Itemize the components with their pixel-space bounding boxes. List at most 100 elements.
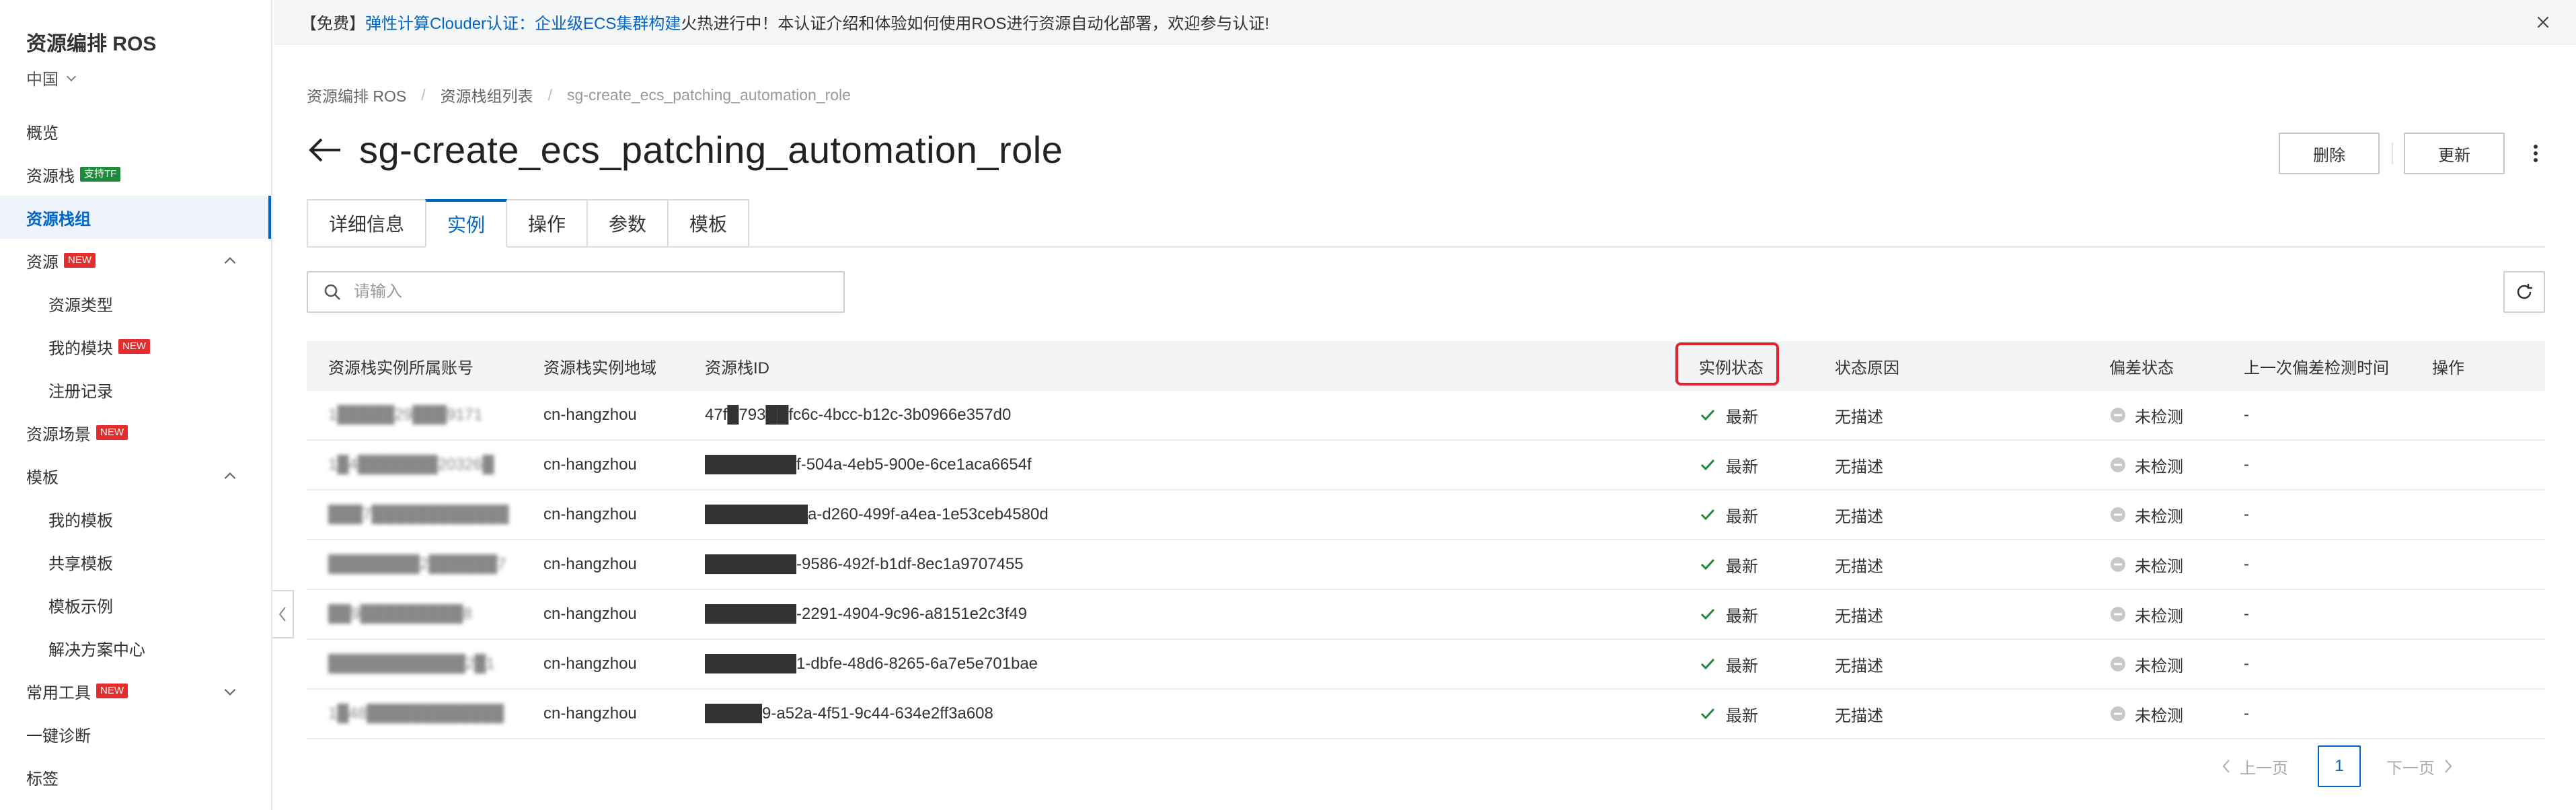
tab-template[interactable]: 模板	[667, 199, 749, 248]
chevron-down-icon[interactable]	[221, 683, 239, 700]
tab-bar: 详细信息 实例 操作 参数 模板	[307, 199, 749, 248]
column-header-drift: 偏差状态	[2109, 359, 2174, 377]
banner-text: 火热进行中！本认证介绍和体验如何使用ROS进行资源自动化部署，欢迎参与认证!	[681, 15, 1270, 33]
cell-reason: 无描述	[1835, 507, 1883, 526]
button-divider	[2392, 143, 2393, 164]
prev-page-button[interactable]: 上一页	[2220, 745, 2288, 787]
cell-account: ███7████████████	[328, 505, 509, 523]
cell-region: cn-hangzhou	[543, 455, 637, 474]
sidebar-item-template-examples[interactable]: 模板示例	[0, 583, 271, 626]
chevron-up-icon[interactable]	[221, 252, 239, 270]
sidebar-item-diagnosis[interactable]: 一键诊断	[0, 712, 271, 756]
cell-region: cn-hangzhou	[543, 406, 637, 424]
stack-id-text: █████████a-d260-499f-a4ea-1e53ceb4580d	[705, 505, 1049, 523]
sidebar-item-solutions[interactable]: 解决方案中心	[0, 626, 271, 669]
sidebar-item-shared-templates[interactable]: 共享模板	[0, 540, 271, 583]
sidebar-item-stack-groups[interactable]: 资源栈组	[0, 196, 271, 239]
page-header: sg-create_ecs_patching_automation_role	[307, 128, 1063, 172]
cell-last-drift: -	[2244, 505, 2249, 523]
banner-prefix: 【免费】	[301, 15, 365, 33]
more-vertical-icon[interactable]	[2529, 140, 2542, 167]
cell-last-drift: -	[2244, 655, 2249, 673]
sidebar-item-resources[interactable]: 资源 NEW	[0, 239, 271, 282]
table-row: ████████████2█1 cn-hangzhou ████████1-db…	[307, 640, 2545, 690]
minus-circle-icon	[2111, 507, 2125, 522]
update-button[interactable]: 更新	[2404, 133, 2505, 174]
cell-status: 最新	[1699, 640, 1758, 688]
breadcrumb-item[interactable]: 资源编排 ROS	[307, 83, 406, 106]
refresh-button[interactable]	[2503, 271, 2545, 313]
tab-operations[interactable]: 操作	[506, 199, 588, 248]
cell-account: ████████2██████7	[328, 555, 506, 573]
search-icon	[324, 284, 340, 300]
breadcrumb-current: sg-create_ecs_patching_automation_role	[567, 85, 851, 104]
breadcrumb-item[interactable]: 资源栈组列表	[441, 83, 533, 106]
sidebar-item-overview[interactable]: 概览	[0, 110, 271, 153]
sidebar-item-stacks[interactable]: 资源栈 支持TF	[0, 153, 271, 196]
cell-reason: 无描述	[1835, 408, 1883, 427]
sidebar-item-label: 概览	[26, 124, 59, 143]
sidebar-item-label: 资源栈组	[26, 210, 91, 229]
sidebar-item-registry[interactable]: 注册记录	[0, 368, 271, 411]
delete-button[interactable]: 删除	[2279, 133, 2380, 174]
status-text: 最新	[1726, 457, 1758, 476]
status-text: 最新	[1726, 657, 1758, 675]
page-number-current[interactable]: 1	[2318, 745, 2361, 787]
sidebar-item-resource-scenarios[interactable]: 资源场景 NEW	[0, 411, 271, 454]
sidebar-item-tools[interactable]: 常用工具 NEW	[0, 669, 271, 712]
chevron-down-icon	[66, 75, 77, 81]
sidebar-item-resource-types[interactable]: 资源类型	[0, 282, 271, 325]
sidebar-item-label: 我的模块	[48, 339, 113, 358]
table-row: ███7████████████ cn-hangzhou █████████a-…	[307, 490, 2545, 540]
next-page-button[interactable]: 下一页	[2386, 745, 2455, 787]
drift-text: 未检测	[2135, 557, 2183, 576]
column-header-actions: 操作	[2432, 359, 2464, 377]
sidebar-item-my-modules[interactable]: 我的模块 NEW	[0, 325, 271, 368]
search-box[interactable]	[307, 271, 845, 313]
cell-status: 最新	[1699, 590, 1758, 638]
back-arrow-icon[interactable]	[307, 137, 342, 163]
cell-reason: 无描述	[1835, 457, 1883, 476]
cell-drift: 未检测	[2109, 441, 2183, 489]
status-text: 最新	[1726, 507, 1758, 526]
cell-account: 1█4███████20326█	[328, 455, 494, 474]
column-header-account: 资源栈实例所属账号	[328, 359, 473, 377]
check-icon	[1700, 558, 1715, 570]
breadcrumb-separator: /	[421, 85, 426, 104]
cell-status: 最新	[1699, 540, 1758, 589]
stack-id-text: ████████-9586-492f-b1df-8ec1a9707455	[705, 555, 1024, 573]
search-input[interactable]	[352, 282, 826, 302]
column-header-stack-id: 资源栈ID	[705, 359, 769, 377]
cell-reason: 无描述	[1835, 607, 1883, 626]
close-icon[interactable]	[2534, 13, 2552, 31]
cell-reason: 无描述	[1835, 557, 1883, 576]
banner-link[interactable]: 弹性计算Clouder认证：企业级ECS集群构建	[365, 10, 681, 34]
sidebar-collapse-button[interactable]	[272, 590, 294, 638]
sidebar-item-my-templates[interactable]: 我的模板	[0, 497, 271, 540]
check-icon	[1700, 658, 1715, 670]
region-selector[interactable]: 中国	[26, 66, 79, 89]
cell-drift: 未检测	[2109, 490, 2183, 539]
table-row: 1█4███████20326█ cn-hangzhou ████████f-5…	[307, 441, 2545, 490]
chevron-up-icon[interactable]	[221, 468, 239, 485]
cell-status: 最新	[1699, 690, 1758, 738]
cell-account: ████████████2█1	[328, 655, 495, 673]
cell-stack-id: ████████1-dbfe-48d6-8265-6a7e5e701bae	[705, 640, 1038, 688]
sidebar-item-templates[interactable]: 模板	[0, 454, 271, 497]
cell-status: 最新	[1699, 391, 1758, 439]
new-badge: NEW	[118, 339, 150, 354]
tab-details[interactable]: 详细信息	[307, 199, 426, 248]
cell-account: 1█████29███9171	[328, 406, 483, 424]
cell-stack-id: ████████-2291-4904-9c96-a8151e2c3f49	[705, 590, 1027, 638]
minus-circle-icon	[2111, 607, 2125, 622]
sidebar-item-tags[interactable]: 标签	[0, 756, 271, 799]
sidebar-item-label: 一键诊断	[26, 727, 91, 745]
cell-drift: 未检测	[2109, 690, 2183, 738]
cell-drift: 未检测	[2109, 540, 2183, 589]
tab-instances[interactable]: 实例	[425, 199, 507, 248]
tab-parameters[interactable]: 参数	[586, 199, 669, 248]
cell-region: cn-hangzhou	[543, 655, 637, 673]
new-badge: NEW	[64, 253, 96, 268]
check-icon	[1700, 459, 1715, 471]
table-row: ████████2██████7 cn-hangzhou ████████-95…	[307, 540, 2545, 590]
